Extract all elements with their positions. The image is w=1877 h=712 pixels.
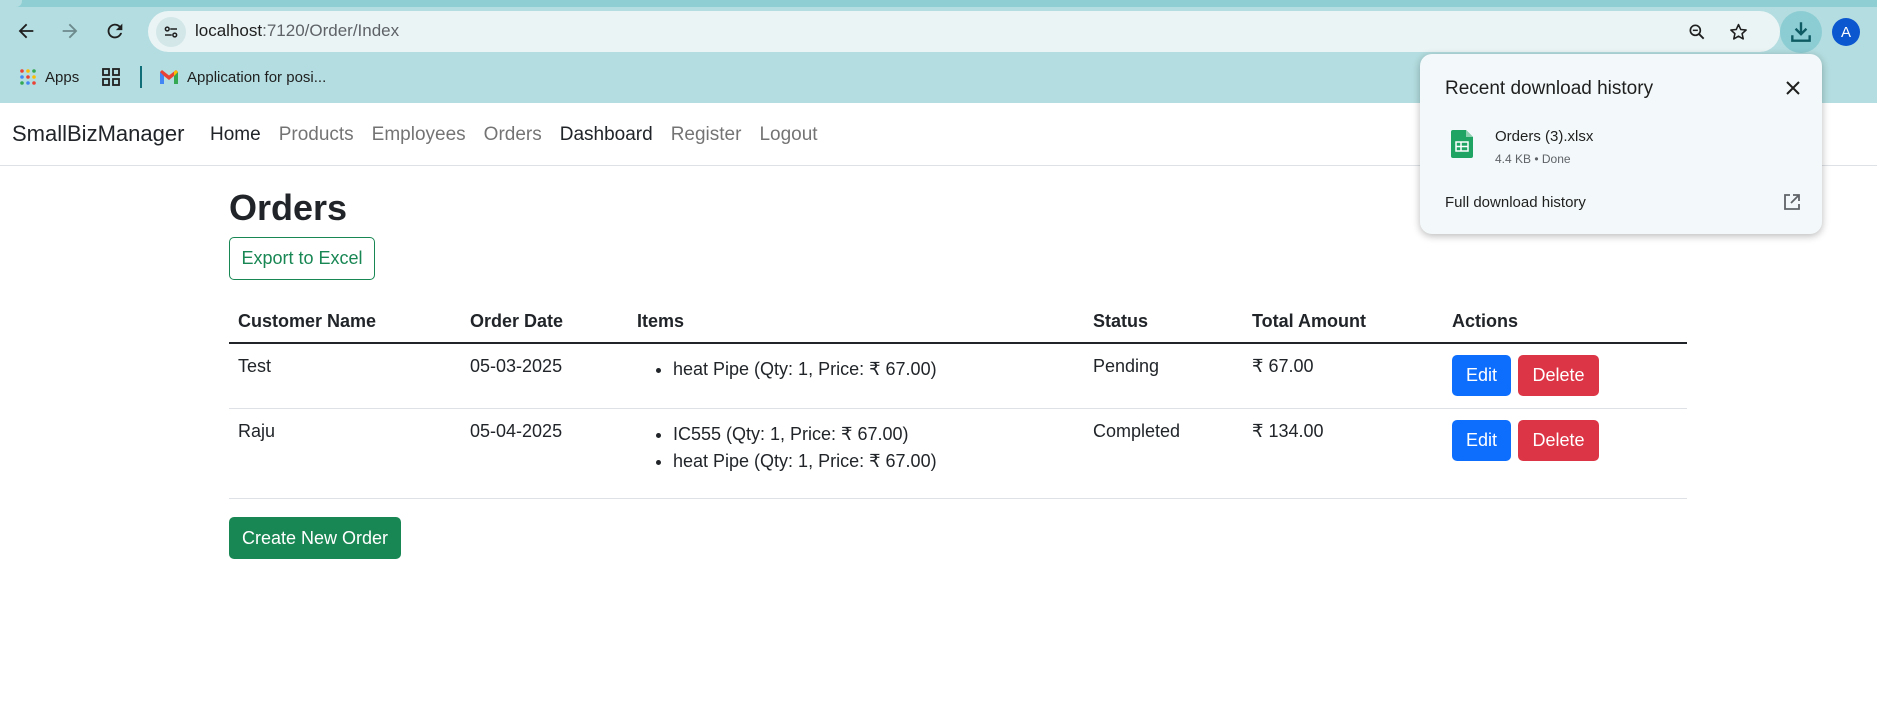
download-button[interactable] — [1780, 11, 1822, 53]
tab-strip — [0, 0, 1877, 7]
download-file-name[interactable]: Orders (3).xlsx — [1495, 128, 1593, 145]
back-button[interactable] — [9, 14, 43, 48]
cell-actions: Edit Delete — [1443, 343, 1687, 409]
items-list: heat Pipe (Qty: 1, Price: ₹ 67.00) — [637, 356, 1075, 383]
star-icon[interactable] — [1726, 20, 1750, 44]
site-info-icon[interactable] — [156, 17, 186, 47]
open-external-icon[interactable] — [1782, 192, 1802, 217]
col-customer-name: Customer Name — [229, 300, 461, 344]
zoom-icon[interactable] — [1685, 20, 1709, 44]
profile-avatar[interactable]: A — [1832, 18, 1860, 46]
cell-status: Pending — [1084, 343, 1243, 409]
nav-logout[interactable]: Logout — [759, 124, 817, 146]
download-file-meta: 4.4 KB • Done — [1495, 152, 1571, 166]
list-item: heat Pipe (Qty: 1, Price: ₹ 67.00) — [673, 356, 1075, 383]
table-header-row: Customer Name Order Date Items Status To… — [229, 300, 1687, 344]
bookmark-apps[interactable]: Apps — [19, 64, 79, 90]
cell-total: ₹ 134.00 — [1243, 408, 1443, 499]
bookmark-gmail[interactable]: Application for posi... — [159, 64, 326, 90]
nav-dashboard[interactable]: Dashboard — [560, 124, 653, 146]
download-history-popup: Recent download history Orders (3).xlsx … — [1420, 54, 1822, 234]
cell-customer: Test — [229, 343, 461, 409]
cell-actions: Edit Delete — [1443, 408, 1687, 499]
active-tab-edge[interactable] — [0, 0, 22, 7]
cell-total: ₹ 67.00 — [1243, 343, 1443, 409]
col-status: Status — [1084, 300, 1243, 344]
popup-title: Recent download history — [1445, 78, 1654, 99]
bookmark-gmail-label: Application for posi... — [187, 68, 327, 86]
spreadsheet-file-icon — [1451, 130, 1473, 163]
download-icon — [1791, 22, 1811, 42]
bookmark-apps-label: Apps — [45, 68, 80, 86]
list-item: IC555 (Qty: 1, Price: ₹ 67.00) — [673, 421, 1075, 448]
nav-register[interactable]: Register — [671, 124, 742, 146]
reload-icon — [107, 23, 123, 39]
nav-orders[interactable]: Orders — [484, 124, 542, 146]
cell-items: heat Pipe (Qty: 1, Price: ₹ 67.00) — [628, 343, 1084, 409]
back-arrow-icon — [18, 23, 34, 39]
apps-grid-icon — [19, 68, 37, 86]
url-path: :7120/Order/Index — [262, 21, 400, 40]
edit-button[interactable]: Edit — [1452, 420, 1511, 461]
orders-table: Customer Name Order Date Items Status To… — [229, 300, 1687, 499]
delete-button[interactable]: Delete — [1518, 420, 1599, 461]
create-order-button[interactable]: Create New Order — [229, 517, 401, 559]
col-items: Items — [628, 300, 1084, 344]
table-row: Raju 05-04-2025 IC555 (Qty: 1, Price: ₹ … — [229, 408, 1687, 499]
nav-links: Home Products Employees Orders Dashboard… — [210, 124, 818, 146]
nav-home[interactable]: Home — [210, 124, 261, 146]
edit-button[interactable]: Edit — [1452, 355, 1511, 396]
table-row: Test 05-03-2025 heat Pipe (Qty: 1, Price… — [229, 343, 1687, 409]
cell-items: IC555 (Qty: 1, Price: ₹ 67.00) heat Pipe… — [628, 408, 1084, 499]
forward-button[interactable] — [53, 14, 87, 48]
address-bar[interactable]: localhost:7120/Order/Index — [148, 11, 1780, 52]
tab-groups-icon — [101, 67, 121, 87]
tab-groups-button[interactable] — [101, 64, 129, 90]
url-host: localhost — [195, 21, 263, 40]
cell-date: 05-03-2025 — [461, 343, 628, 409]
nav-products[interactable]: Products — [279, 124, 354, 146]
items-list: IC555 (Qty: 1, Price: ₹ 67.00) heat Pipe… — [637, 421, 1075, 475]
nav-employees[interactable]: Employees — [372, 124, 466, 146]
delete-button[interactable]: Delete — [1518, 355, 1599, 396]
reload-button[interactable] — [98, 14, 132, 48]
cell-date: 05-04-2025 — [461, 408, 628, 499]
bookmark-separator — [140, 66, 142, 88]
forward-arrow-icon — [62, 23, 78, 39]
export-excel-button[interactable]: Export to Excel — [229, 237, 375, 280]
col-total-amount: Total Amount — [1243, 300, 1443, 344]
close-icon[interactable] — [1781, 76, 1805, 100]
col-actions: Actions — [1443, 300, 1687, 344]
brand-logo[interactable]: SmallBizManager — [12, 121, 184, 147]
action-buttons: Edit Delete — [1452, 420, 1678, 461]
full-download-history-link[interactable]: Full download history — [1445, 194, 1586, 211]
action-buttons: Edit Delete — [1452, 355, 1678, 396]
col-order-date: Order Date — [461, 300, 628, 344]
cell-status: Completed — [1084, 408, 1243, 499]
list-item: heat Pipe (Qty: 1, Price: ₹ 67.00) — [673, 448, 1075, 475]
url-text: localhost:7120/Order/Index — [195, 21, 399, 41]
cell-customer: Raju — [229, 408, 461, 499]
page-title: Orders — [229, 187, 348, 228]
gmail-icon — [159, 69, 179, 85]
